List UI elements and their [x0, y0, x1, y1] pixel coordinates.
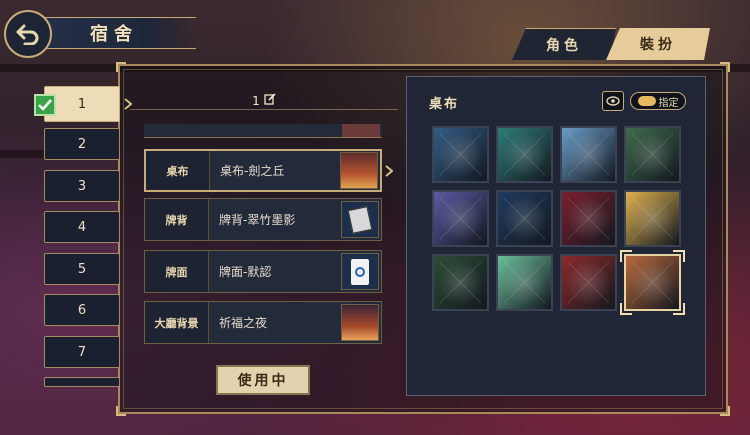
slot-label: 4 — [77, 219, 87, 235]
tablecloth-tile-night-stars[interactable] — [496, 190, 553, 247]
back-button[interactable] — [4, 10, 52, 58]
slot-label: 6 — [77, 302, 87, 318]
card-back-thumbnail — [341, 201, 379, 238]
tile-face-icon — [351, 258, 369, 285]
title-bar: 宿舍 — [36, 17, 196, 49]
tablecloth-tile-bamboo-forest[interactable] — [432, 254, 489, 311]
frame-corner — [116, 406, 126, 416]
item-category: 牌背 — [145, 199, 209, 240]
assign-label: 指定 — [658, 97, 679, 109]
tile-pattern — [631, 197, 674, 240]
edit-icon[interactable] — [264, 93, 276, 108]
eye-icon — [606, 96, 620, 106]
tile-pattern — [439, 133, 482, 176]
slot-tab-6[interactable]: 6 — [44, 294, 120, 326]
slot-label: 3 — [77, 178, 87, 194]
tablecloth-tile-crimson-plain[interactable] — [560, 190, 617, 247]
tile-pattern — [567, 133, 610, 176]
tablecloth-tile-green-floral[interactable] — [624, 126, 681, 183]
item-name: 桌布-劍之丘 — [220, 164, 285, 178]
item-row-tablecloth[interactable]: 桌布 桌布-劍之丘 — [144, 149, 382, 192]
slot-tab-4[interactable]: 4 — [44, 211, 120, 243]
tablecloth-tile-red-plum[interactable] — [560, 254, 617, 311]
tablecloth-tile-wave[interactable] — [560, 126, 617, 183]
frame-corner — [116, 62, 126, 72]
frame-corner — [720, 406, 730, 416]
selection-corner — [620, 303, 632, 315]
preview-button[interactable] — [602, 91, 624, 111]
slot-label: 2 — [77, 136, 87, 152]
tile-pattern — [631, 133, 674, 176]
assign-toggle[interactable]: 指定 — [630, 92, 686, 110]
slot-tab-5[interactable]: 5 — [44, 253, 120, 285]
item-name: 祈福之夜 — [219, 316, 268, 330]
tablecloth-tile-teal-plain[interactable] — [496, 126, 553, 183]
slot-tab-3[interactable]: 3 — [44, 170, 120, 202]
tile-pattern — [439, 197, 482, 240]
card-back-icon — [347, 205, 373, 234]
tablecloth-tile-galaxy[interactable] — [432, 190, 489, 247]
slot-label: 5 — [77, 261, 87, 277]
item-category: 牌面 — [145, 251, 209, 292]
tab-role[interactable]: 角色 — [512, 28, 616, 60]
preset-label: 1 — [252, 93, 260, 108]
frame-corner — [720, 62, 730, 72]
slot-tab-partial[interactable] — [44, 377, 120, 387]
in-use-button[interactable]: 使用中 — [216, 365, 310, 395]
active-check-icon — [34, 94, 56, 116]
item-row-card-back[interactable]: 牌背 牌背-翠竹墨影 — [144, 198, 382, 241]
slot-label: 7 — [77, 344, 87, 360]
tile-pattern — [439, 261, 482, 304]
selection-corner — [620, 250, 632, 262]
slot-label: 1 — [77, 96, 87, 112]
selection-corner — [673, 250, 685, 262]
back-arrow-icon — [16, 24, 39, 45]
tile-pattern — [567, 197, 610, 240]
card-face-thumbnail — [341, 253, 379, 290]
slot-tab-2[interactable]: 2 — [44, 128, 120, 160]
item-thumbnail — [342, 124, 380, 137]
item-category: 桌布 — [146, 151, 210, 190]
tablecloth-tile-moon-character[interactable] — [624, 190, 681, 247]
preset-name: 1 — [130, 92, 398, 110]
tile-pattern — [503, 133, 546, 176]
tile-pattern — [503, 197, 546, 240]
tablecloth-thumbnail — [340, 152, 378, 189]
toggle-knob — [637, 96, 656, 106]
item-category: 大廳背景 — [145, 302, 209, 343]
selection-corner — [673, 303, 685, 315]
item-row-card-face[interactable]: 牌面 牌面-默認 — [144, 250, 382, 293]
page-title: 宿舍 — [90, 24, 138, 45]
tile-pattern — [503, 261, 546, 304]
item-row-lobby-background[interactable]: 大廳背景 祈福之夜 — [144, 301, 382, 344]
list-item-partial — [144, 124, 382, 138]
circle-mark-icon — [355, 266, 365, 277]
panel-title: 桌布 — [429, 97, 460, 112]
lobby-background-thumbnail — [341, 304, 379, 341]
slot-tab-7[interactable]: 7 — [44, 336, 120, 368]
chevron-right-icon — [385, 165, 393, 177]
tile-pattern — [631, 261, 674, 304]
item-name: 牌面-默認 — [219, 265, 272, 279]
tablecloth-tile-mint-pandas[interactable] — [496, 254, 553, 311]
item-name: 牌背-翠竹墨影 — [219, 213, 296, 227]
tab-dress-up[interactable]: 裝扮 — [606, 28, 710, 60]
tablecloth-tile-blue-plain[interactable] — [432, 126, 489, 183]
tile-pattern — [567, 261, 610, 304]
